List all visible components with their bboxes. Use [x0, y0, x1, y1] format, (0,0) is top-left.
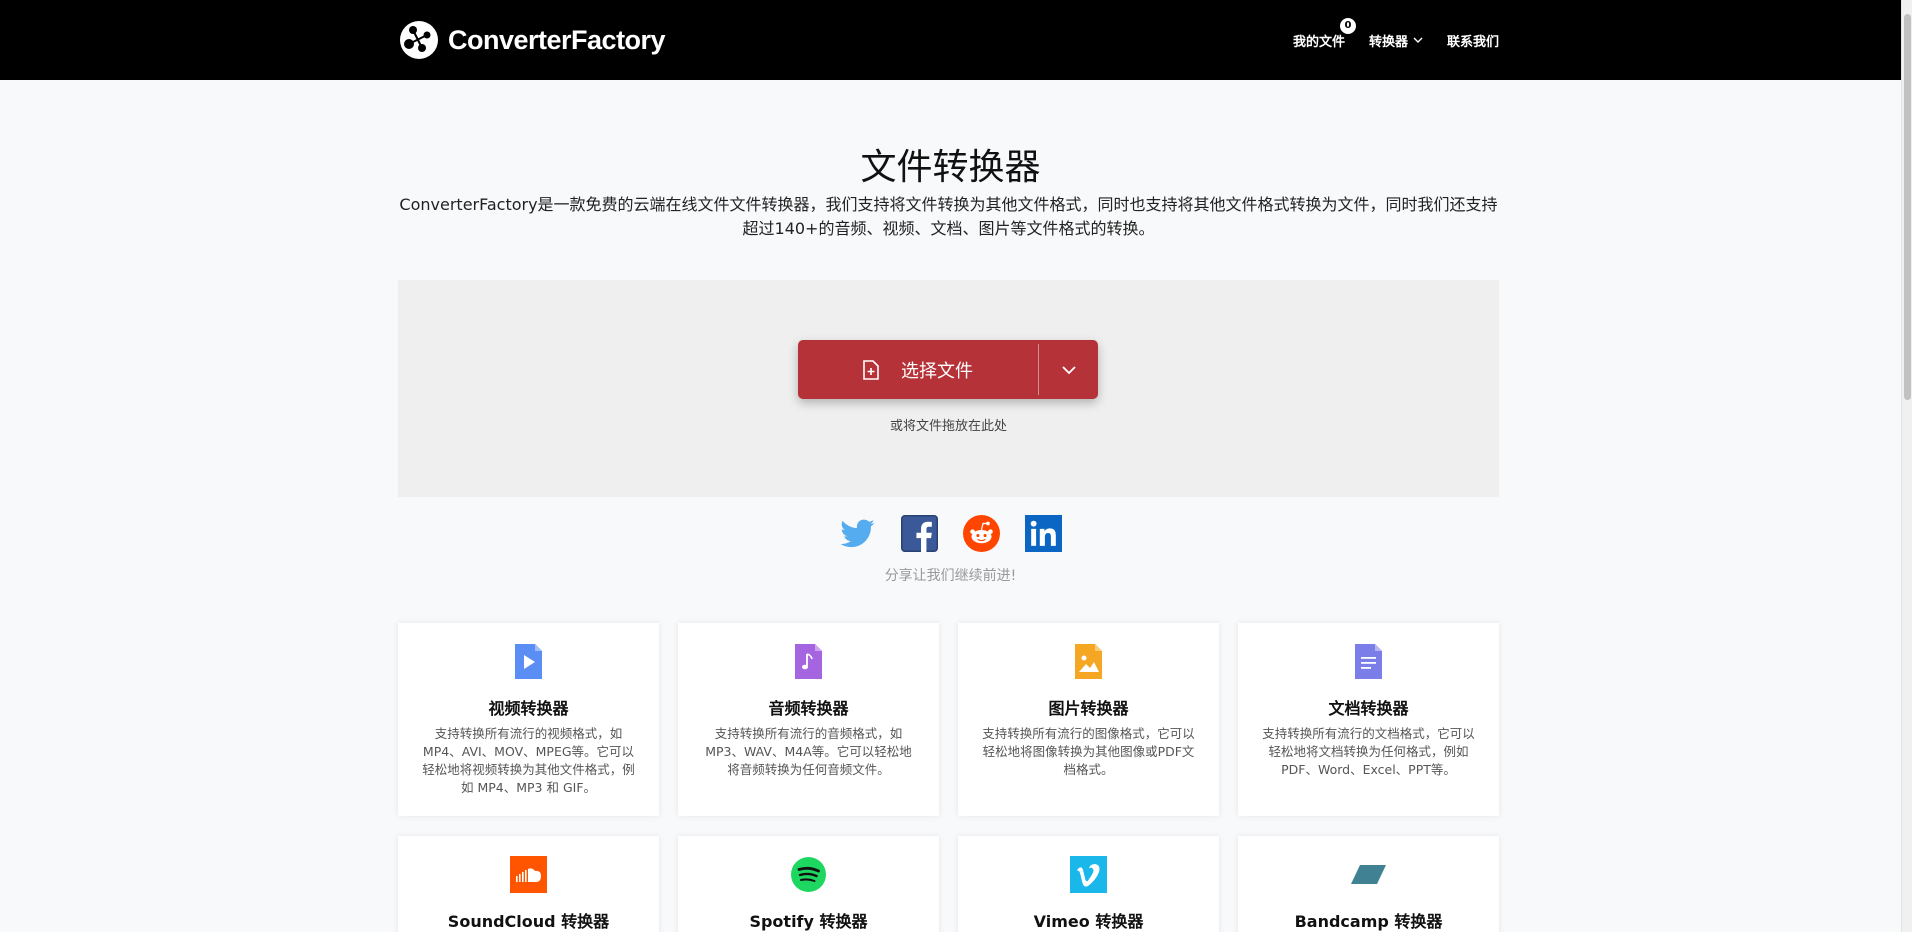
share-caption: 分享让我们继续前进! — [884, 568, 1017, 584]
choose-file-button-group: 选择文件 — [798, 340, 1098, 399]
linkedin-icon[interactable] — [1025, 515, 1062, 552]
card-audio-converter[interactable]: 音频转换器 支持转换所有流行的音频格式，如MP3、WAV、M4A等。它可以轻松地… — [678, 623, 939, 816]
choose-file-button[interactable]: 选择文件 — [798, 340, 1038, 399]
card-description: 支持转换所有流行的音频格式，如MP3、WAV、M4A等。它可以轻松地将音频转换为… — [705, 726, 912, 777]
card-description: 支持转换所有流行的视频格式，如MP4、AVI、MOV、MPEG等。它可以轻松地将… — [422, 726, 635, 795]
top-nav-bar: ConverterFactory 我的文件 0 转换器 联系我们 — [0, 0, 1901, 80]
my-files-count-badge: 0 — [1339, 17, 1356, 34]
bandcamp-icon — [1351, 865, 1386, 884]
document-file-icon — [1355, 644, 1382, 679]
image-file-icon — [1075, 644, 1102, 679]
card-title: SoundCloud 转换器 — [447, 912, 610, 931]
video-file-icon — [515, 644, 542, 679]
soundcloud-icon — [510, 856, 547, 893]
audio-file-icon — [795, 644, 822, 679]
choose-file-label: 选择文件 — [901, 360, 973, 382]
card-title: 音频转换器 — [768, 699, 849, 718]
page-description: ConverterFactory是一款免费的云端在线文件文件转换器，我们支持将文… — [399, 195, 1498, 238]
nav-converters-label: 转换器 — [1368, 34, 1408, 50]
nav-my-files-label: 我的文件 — [1292, 34, 1345, 50]
vimeo-icon — [1070, 856, 1107, 893]
logo-text: ConverterFactory — [448, 24, 666, 55]
card-title: 图片转换器 — [1048, 699, 1129, 718]
chevron-down-icon — [1413, 37, 1423, 43]
chevron-down-icon — [1061, 365, 1076, 374]
card-vimeo-converter[interactable]: Vimeo 转换器 — [958, 836, 1219, 932]
card-bandcamp-converter[interactable]: Bandcamp 转换器 — [1238, 836, 1499, 932]
card-title: Vimeo 转换器 — [1033, 912, 1144, 931]
facebook-icon[interactable] — [901, 515, 938, 552]
scrollbar-thumb[interactable] — [1904, 14, 1911, 400]
card-soundcloud-converter[interactable]: SoundCloud 转换器 — [398, 836, 659, 932]
logo-icon — [400, 21, 438, 59]
nav-converters-dropdown[interactable]: 转换器 — [1369, 31, 1423, 50]
card-description: 支持转换所有流行的图像格式，它可以轻松地将图像转换为其他图像或PDF文档格式。 — [982, 726, 1195, 777]
card-video-converter[interactable]: 视频转换器 支持转换所有流行的视频格式，如MP4、AVI、MOV、MPEG等。它… — [398, 623, 659, 816]
card-title: Bandcamp 转换器 — [1294, 912, 1443, 931]
nav-contact[interactable]: 联系我们 — [1447, 31, 1499, 50]
upload-source-dropdown[interactable] — [1039, 340, 1098, 399]
card-title: 文档转换器 — [1328, 699, 1409, 718]
logo[interactable]: ConverterFactory — [398, 19, 666, 61]
card-spotify-converter[interactable]: Spotify 转换器 — [678, 836, 939, 932]
nav-my-files[interactable]: 我的文件 0 — [1292, 17, 1356, 50]
page-title: 文件转换器 — [860, 147, 1041, 188]
page-scrollbar[interactable] — [1901, 0, 1912, 932]
file-drop-zone[interactable]: 选择文件 或将文件拖放在此处 — [398, 280, 1499, 497]
drop-hint: 或将文件拖放在此处 — [889, 419, 1007, 434]
nav-contact-label: 联系我们 — [1446, 34, 1499, 50]
card-title: 视频转换器 — [488, 699, 569, 718]
main-nav: 我的文件 0 转换器 联系我们 — [1293, 0, 1499, 80]
reddit-icon[interactable] — [963, 515, 1000, 552]
card-document-converter[interactable]: 文档转换器 支持转换所有流行的文档格式，它可以轻松地将文档转换为任何格式，例如P… — [1238, 623, 1499, 816]
card-description: 支持转换所有流行的文档格式，它可以轻松地将文档转换为任何格式，例如PDF、Wor… — [1262, 726, 1475, 777]
share-bar — [0, 515, 1901, 552]
add-file-icon — [863, 359, 879, 380]
twitter-icon[interactable] — [839, 515, 876, 552]
card-image-converter[interactable]: 图片转换器 支持转换所有流行的图像格式，它可以轻松地将图像转换为其他图像或PDF… — [958, 623, 1219, 816]
card-title: Spotify 转换器 — [749, 912, 868, 931]
spotify-icon — [791, 857, 826, 892]
